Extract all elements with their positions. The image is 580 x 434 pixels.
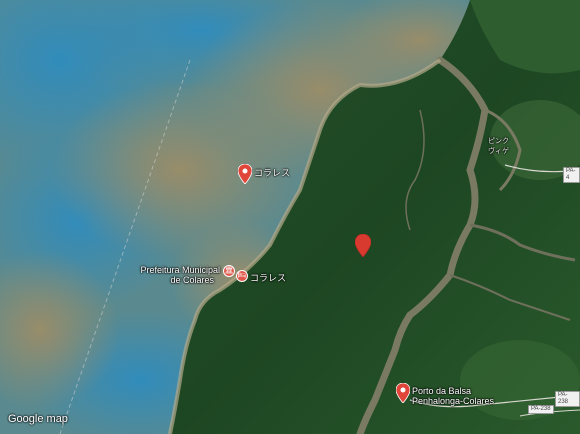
place-label-pinku: ピンク bbox=[488, 138, 509, 145]
poi-label-line1: Prefeitura Municipal bbox=[140, 265, 220, 275]
poi-label-line2: de Colares bbox=[170, 275, 214, 285]
road-shield-pa238: PA-238 bbox=[555, 391, 580, 407]
road-shield-pa238-2: PA-238 bbox=[528, 405, 554, 414]
pin-label-colares[interactable]: コラレス bbox=[254, 168, 290, 178]
bed-icon[interactable]: 🛏 bbox=[236, 270, 248, 282]
map-pin-icon[interactable] bbox=[238, 164, 252, 184]
map-view[interactable]: ピンク ヴィゲ PA-4 PA-238 PA-238 コラレス 🏛 Prefei… bbox=[0, 0, 580, 434]
road-shield-pa4: PA-4 bbox=[563, 167, 580, 183]
government-building-icon[interactable]: 🏛 bbox=[223, 265, 235, 277]
pin-label-porto-line2: Penhalonga-Colares bbox=[412, 396, 495, 406]
place-label-vige: ヴィゲ bbox=[488, 148, 509, 155]
poi-label-colares-south[interactable]: コラレス bbox=[250, 273, 286, 283]
map-credit: Google map bbox=[8, 413, 68, 425]
pin-label-porto-da-balsa[interactable]: Porto da Balsa Penhalonga-Colares bbox=[412, 386, 494, 406]
poi-label-prefeitura[interactable]: Prefeitura Municipal de Colares bbox=[140, 265, 220, 285]
map-pin-icon-porto[interactable] bbox=[396, 383, 410, 403]
map-marker-icon[interactable] bbox=[355, 234, 371, 257]
pin-label-porto-line1: Porto da Balsa bbox=[412, 386, 472, 396]
satellite-imagery bbox=[0, 0, 580, 434]
